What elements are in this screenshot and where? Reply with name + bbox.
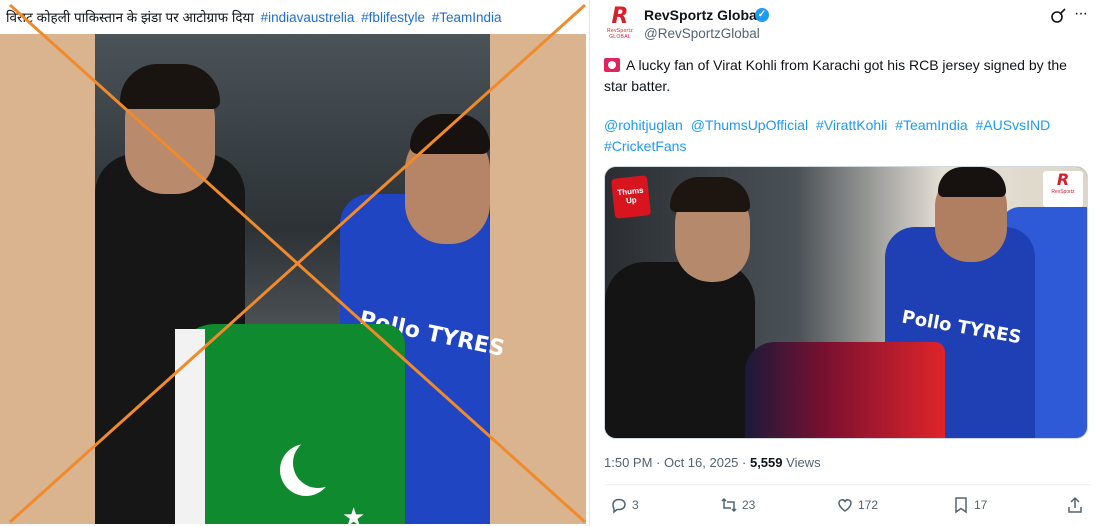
tweet-actions: 3 23 172 17 bbox=[604, 494, 1092, 516]
flag-white-stripe bbox=[175, 329, 205, 524]
mention-link[interactable]: @ThumsUpOfficial bbox=[691, 117, 808, 133]
watermark-letter: R bbox=[1056, 170, 1070, 189]
avatar-sub: RevSportz GLOBAL bbox=[606, 28, 634, 40]
tweet-timestamp[interactable]: 1:50 PM · Oct 16, 2025 · 5,559 Views bbox=[604, 455, 821, 470]
flag-crescent-cut bbox=[293, 438, 343, 488]
tweet-tags: @rohitjuglan @ThumsUpOfficial #VirattKoh… bbox=[604, 115, 1092, 157]
author-handle[interactable]: @RevSportzGlobal bbox=[644, 26, 760, 41]
grok-icon[interactable] bbox=[1050, 8, 1066, 24]
screenshot-root: विराट कोहली पाकिस्तान के झंडा पर आटोग्रा… bbox=[0, 0, 1100, 526]
photo-background-right bbox=[490, 34, 586, 524]
flag-star-icon: ★ bbox=[342, 502, 366, 524]
reply-count: 3 bbox=[632, 498, 639, 512]
thums-up-logo: Thums Up bbox=[611, 175, 651, 219]
photo-background bbox=[0, 34, 95, 524]
reply-button[interactable]: 3 bbox=[610, 494, 639, 516]
hashtag-link[interactable]: #AUSvsIND bbox=[976, 117, 1051, 133]
media-fan-figure bbox=[605, 262, 755, 438]
hashtag-link[interactable]: #CricketFans bbox=[604, 138, 686, 154]
hashtag-link[interactable]: #VirattKohli bbox=[816, 117, 887, 133]
share-button[interactable] bbox=[1066, 494, 1088, 516]
fan-hair bbox=[120, 64, 220, 109]
repost-button[interactable]: 23 bbox=[720, 494, 755, 516]
left-hashtag[interactable]: #indiavaustrelia bbox=[261, 10, 355, 25]
like-count: 172 bbox=[858, 498, 879, 512]
media-fan-hair bbox=[670, 177, 750, 212]
left-hashtag[interactable]: #TeamIndia bbox=[432, 10, 502, 25]
verified-badge-icon: ✓ bbox=[755, 8, 769, 22]
actions-divider bbox=[604, 484, 1092, 485]
revsportz-watermark: R RevSportz bbox=[1043, 171, 1083, 207]
reply-icon bbox=[612, 498, 626, 514]
rcb-jersey bbox=[745, 342, 945, 438]
like-button[interactable]: 172 bbox=[836, 494, 878, 516]
share-icon bbox=[1068, 496, 1082, 513]
repost-count: 23 bbox=[742, 498, 756, 512]
media-player-hair bbox=[938, 167, 1006, 197]
more-options-icon[interactable]: ··· bbox=[1074, 6, 1092, 22]
tweet-text: A lucky fan of Virat Kohli from Karachi … bbox=[604, 55, 1092, 97]
left-caption: विराट कोहली पाकिस्तान के झंडा पर आटोग्रा… bbox=[6, 8, 502, 26]
mention-link[interactable]: @rohitjuglan bbox=[604, 117, 683, 133]
repost-icon bbox=[721, 497, 737, 513]
timestamp-text: 1:50 PM · Oct 16, 2025 · bbox=[604, 455, 750, 470]
bookmark-icon bbox=[955, 497, 967, 514]
bookmark-count: 17 bbox=[974, 498, 988, 512]
views-count: 5,559 bbox=[749, 455, 783, 470]
pakistan-flag bbox=[175, 324, 405, 524]
watermark-sub: RevSportz bbox=[1051, 189, 1075, 195]
left-hashtag[interactable]: #fblifestyle bbox=[361, 10, 425, 25]
avatar-logo: R bbox=[611, 4, 629, 29]
views-label: Views bbox=[782, 455, 821, 470]
heart-icon bbox=[838, 499, 852, 512]
avatar[interactable]: R RevSportz GLOBAL bbox=[606, 4, 634, 41]
author-name[interactable]: RevSportz Global bbox=[644, 7, 761, 23]
tweet-card: R RevSportz GLOBAL RevSportz Global ✓ @R… bbox=[596, 0, 1100, 526]
left-photo: Pollo TYRES ★ bbox=[0, 34, 586, 524]
flag-emoji-icon bbox=[604, 58, 620, 72]
left-post-panel: विराट कोहली पाकिस्तान के झंडा पर आटोग्रा… bbox=[0, 0, 590, 526]
bookmark-button[interactable]: 17 bbox=[952, 494, 987, 516]
tweet-body: A lucky fan of Virat Kohli from Karachi … bbox=[604, 57, 1067, 94]
left-caption-text: विराट कोहली पाकिस्तान के झंडा पर आटोग्रा… bbox=[6, 10, 254, 25]
hashtag-link[interactable]: #TeamIndia bbox=[895, 117, 967, 133]
tweet-media-image[interactable]: Pollo TYRES Thums Up R RevSportz bbox=[604, 166, 1088, 439]
